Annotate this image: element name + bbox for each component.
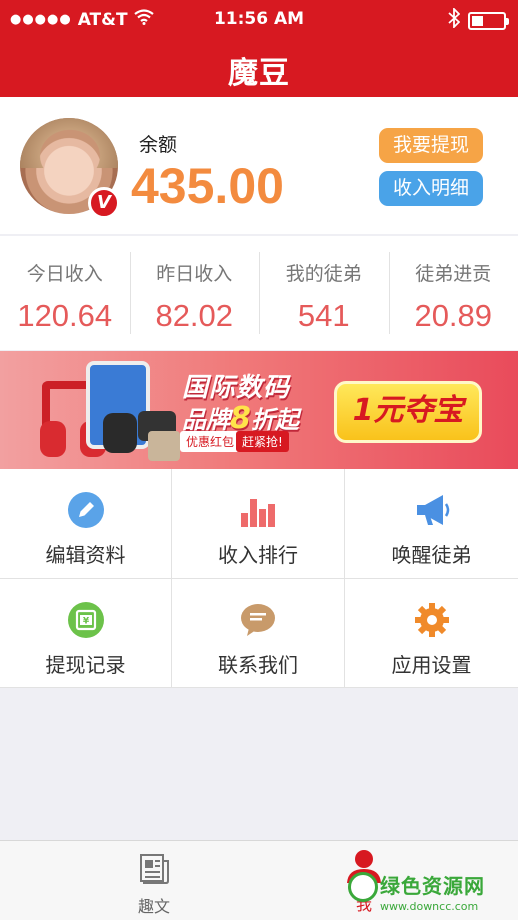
balance-label: 余额	[139, 134, 178, 156]
svg-text:¥: ¥	[82, 617, 89, 627]
app-header: ●●●●● AT&T 11:56 AM 魔豆	[0, 0, 518, 97]
bluetooth-icon	[448, 6, 461, 33]
income-detail-button[interactable]: 收入明细	[379, 171, 483, 206]
status-bar: ●●●●● AT&T 11:56 AM	[0, 0, 518, 38]
gear-icon	[414, 603, 449, 637]
pencil-icon	[67, 492, 104, 528]
battery-icon	[468, 11, 509, 30]
tab-label: 趣文	[137, 897, 170, 916]
page-title: 魔豆	[228, 56, 290, 91]
stats-panel: 今日收入 120.64 昨日收入 82.02 我的徒弟 541 徒弟进贡 20.…	[0, 236, 518, 350]
profile-card: 余额 435.00 我要提现 收入明细	[0, 97, 518, 234]
banner-title: 国际数码	[182, 373, 291, 403]
tab-read[interactable]: 趣文	[124, 853, 184, 917]
watermark: 绿色资源网 www.downcc.com	[380, 870, 516, 913]
banner-tag-coupon: 优惠红包	[180, 431, 241, 452]
stat-label: 我的徒弟	[285, 263, 362, 285]
megaphone-icon	[416, 495, 449, 525]
newspaper-icon	[140, 854, 169, 884]
chat-bubble-icon	[241, 604, 275, 636]
atm-icon: ¥	[67, 602, 104, 638]
menu-wake-apprentice[interactable]: 唤醒徒弟	[345, 469, 518, 579]
balance-value: 435.00	[131, 158, 284, 214]
stat-label: 徒弟进贡	[415, 263, 492, 285]
stat-value: 20.89	[414, 298, 493, 333]
menu-label: 唤醒徒弟	[391, 543, 472, 567]
stat-today-income[interactable]: 今日收入 120.64	[0, 236, 130, 350]
menu-contact-us[interactable]: 联系我们	[172, 579, 345, 688]
stat-label: 昨日收入	[156, 263, 233, 285]
menu-label: 收入排行	[218, 543, 298, 567]
menu-label: 应用设置	[391, 653, 472, 677]
stat-value: 82.02	[155, 298, 234, 333]
stat-value: 541	[297, 298, 350, 333]
banner-cta-button[interactable]: 1元夺宝	[334, 381, 482, 443]
verified-badge: V	[88, 187, 120, 219]
menu-income-ranking[interactable]: 收入排行	[172, 469, 345, 579]
withdraw-button[interactable]: 我要提现	[379, 128, 483, 163]
watermark-title: 绿色资源网	[380, 874, 485, 898]
stat-label: 今日收入	[26, 263, 103, 285]
status-time: 11:56 AM	[213, 9, 305, 29]
stat-yesterday-income[interactable]: 昨日收入 82.02	[129, 236, 260, 350]
menu-label: 编辑资料	[45, 543, 126, 567]
smartwatch-image	[103, 413, 137, 453]
bar-chart-icon	[241, 499, 275, 527]
powerbank-image	[148, 431, 180, 461]
stat-value: 120.64	[17, 298, 113, 333]
watermark-url: www.downcc.com	[380, 900, 479, 913]
menu-app-settings[interactable]: 应用设置	[345, 579, 518, 688]
watermark-logo	[348, 872, 378, 902]
menu-grid: 编辑资料 收入排行 唤醒徒弟 ¥ 提现记录 联系我们 应用设置	[0, 469, 518, 688]
banner-tag-hurry: 赶紧抢!	[236, 431, 289, 452]
menu-label: 提现记录	[45, 653, 126, 677]
menu-edit-profile[interactable]: 编辑资料	[0, 469, 172, 579]
promo-banner[interactable]: 国际数码 品牌8折起 优惠红包 赶紧抢! 1元夺宝	[0, 351, 518, 469]
menu-withdraw-history[interactable]: ¥ 提现记录	[0, 579, 172, 688]
menu-label: 联系我们	[218, 653, 298, 677]
stat-my-apprentices[interactable]: 我的徒弟 541	[259, 236, 389, 350]
stat-apprentice-tribute[interactable]: 徒弟进贡 20.89	[388, 236, 518, 350]
